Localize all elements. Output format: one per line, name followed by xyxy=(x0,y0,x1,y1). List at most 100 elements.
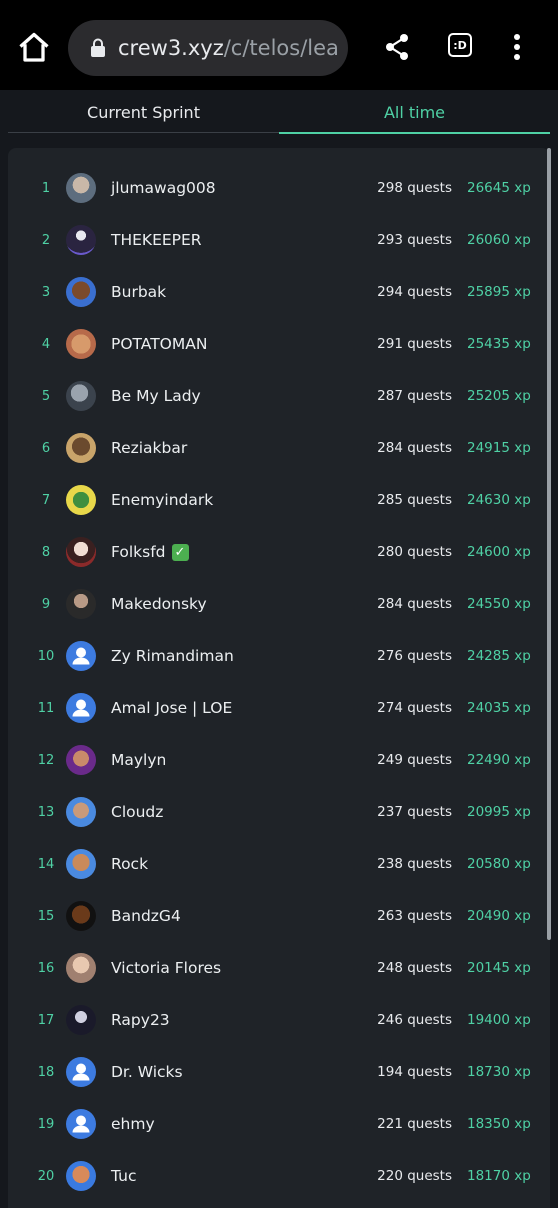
quest-count: 298 quests xyxy=(377,180,452,196)
cat-avatar[interactable] xyxy=(66,381,96,411)
quest-count: 248 quests xyxy=(377,960,452,976)
username-text: Maylyn xyxy=(111,751,167,769)
leaderboard-row[interactable]: 8 Folksfd ✓ 280 quests 24600 xp xyxy=(8,526,550,578)
anime-avatar[interactable] xyxy=(66,537,96,567)
rank-number: 18 xyxy=(37,1064,55,1080)
rank-number: 9 xyxy=(41,596,51,612)
tab-current-sprint[interactable]: Current Sprint xyxy=(8,92,279,132)
quest-count: 284 quests xyxy=(377,440,452,456)
username-text: Be My Lady xyxy=(111,387,201,405)
cartoon-avatar[interactable] xyxy=(66,277,96,307)
username[interactable]: ehmy xyxy=(111,1098,155,1150)
username[interactable]: Rapy23 xyxy=(111,994,170,1046)
username[interactable]: Makedonsky xyxy=(111,578,207,630)
lock-icon xyxy=(91,38,105,57)
leaderboard-row[interactable]: 12 Maylyn 249 quests 22490 xp xyxy=(8,734,550,786)
xp-value: 18730 xp xyxy=(467,1064,531,1080)
leaderboard-row[interactable]: 6 Reziakbar 284 quests 24915 xp xyxy=(8,422,550,474)
photo-avatar[interactable] xyxy=(66,589,96,619)
leaderboard-row[interactable]: 11 Amal Jose | LOE 274 quests 24035 xp xyxy=(8,682,550,734)
username[interactable]: BandzG4 xyxy=(111,890,181,942)
username[interactable]: Amal Jose | LOE xyxy=(111,682,232,734)
leaderboard-row[interactable]: 1 jlumawag008 298 quests 26645 xp xyxy=(8,162,550,214)
leaderboard-row[interactable]: 20 Tuc 220 quests 18170 xp xyxy=(8,1150,550,1202)
photo-avatar[interactable] xyxy=(66,433,96,463)
xp-value: 24285 xp xyxy=(467,648,531,664)
username[interactable]: Be My Lady xyxy=(111,370,201,422)
username[interactable]: Enemyindark xyxy=(111,474,213,526)
leaderboard-row[interactable]: 15 BandzG4 263 quests 20490 xp xyxy=(8,890,550,942)
leaderboard-row[interactable]: 17 Rapy23 246 quests 19400 xp xyxy=(8,994,550,1046)
username[interactable]: Zy Rimandiman xyxy=(111,630,234,682)
username[interactable]: jlumawag008 xyxy=(111,162,216,214)
leaderboard-row[interactable]: 16 Victoria Flores 248 quests 20145 xp xyxy=(8,942,550,994)
username[interactable]: Dr. Wicks xyxy=(111,1046,183,1098)
hooded-figure-avatar[interactable] xyxy=(66,225,96,255)
username[interactable]: POTATOMAN xyxy=(111,318,207,370)
default-user-avatar[interactable] xyxy=(66,693,96,723)
leaderboard-row[interactable]: 3 Burbak 294 quests 25895 xp xyxy=(8,266,550,318)
leaderboard-row[interactable]: 4 POTATOMAN 291 quests 25435 xp xyxy=(8,318,550,370)
leaderboard-row[interactable]: 5 Be My Lady 287 quests 25205 xp xyxy=(8,370,550,422)
address-bar[interactable]: crew3.xyz/c/telos/lea xyxy=(68,20,348,76)
xp-value: 24630 xp xyxy=(467,492,531,508)
leaderboard-row[interactable]: 2 THEKEEPER 293 quests 26060 xp xyxy=(8,214,550,266)
anime-avatar[interactable] xyxy=(66,1005,96,1035)
username-text: jlumawag008 xyxy=(111,179,216,197)
photo-avatar[interactable] xyxy=(66,173,96,203)
username-text: POTATOMAN xyxy=(111,335,208,353)
username-text: Tuc xyxy=(111,1167,137,1185)
photo-avatar[interactable] xyxy=(66,953,96,983)
quest-count: 221 quests xyxy=(377,1116,452,1132)
rank-number: 2 xyxy=(41,232,51,248)
rank-number: 5 xyxy=(41,388,51,404)
leaderboard-row[interactable]: 7 Enemyindark 285 quests 24630 xp xyxy=(8,474,550,526)
xp-value: 19400 xp xyxy=(467,1012,531,1028)
rank-number: 13 xyxy=(37,804,55,820)
user-silhouette-icon xyxy=(72,1063,90,1081)
xp-value: 22490 xp xyxy=(467,752,531,768)
leaderboard-row[interactable]: 9 Makedonsky 284 quests 24550 xp xyxy=(8,578,550,630)
default-user-avatar[interactable] xyxy=(66,641,96,671)
username[interactable]: Burbak xyxy=(111,266,166,318)
home-icon[interactable] xyxy=(16,30,52,66)
username-text: BandzG4 xyxy=(111,907,181,925)
quest-count: 238 quests xyxy=(377,856,452,872)
cartoon-avatar[interactable] xyxy=(66,797,96,827)
url-text: crew3.xyz/c/telos/lea xyxy=(118,36,339,60)
username[interactable]: Folksfd ✓ xyxy=(111,526,189,578)
quest-count: 291 quests xyxy=(377,336,452,352)
username[interactable]: Reziakbar xyxy=(111,422,187,474)
username[interactable]: Cloudz xyxy=(111,786,163,838)
username[interactable]: Tuc xyxy=(111,1150,136,1202)
tab-switcher-button[interactable]: :D xyxy=(448,33,472,57)
rank-number: 14 xyxy=(37,856,55,872)
frog-avatar[interactable] xyxy=(66,485,96,515)
share-icon[interactable] xyxy=(383,32,411,62)
rank-number: 16 xyxy=(37,960,55,976)
quest-count: 194 quests xyxy=(377,1064,452,1080)
default-user-avatar[interactable] xyxy=(66,1109,96,1139)
username-text: Amal Jose | LOE xyxy=(111,699,233,717)
quest-count: 287 quests xyxy=(377,388,452,404)
cartoon-avatar[interactable] xyxy=(66,849,96,879)
cartoon-avatar[interactable] xyxy=(66,1161,96,1191)
username[interactable]: THEKEEPER xyxy=(111,214,202,266)
username[interactable]: Maylyn xyxy=(111,734,166,786)
leaderboard-row[interactable]: 18 Dr. Wicks 194 quests 18730 xp xyxy=(8,1046,550,1098)
tab-all-time[interactable]: All time xyxy=(279,92,550,134)
xp-value: 20145 xp xyxy=(467,960,531,976)
cartoon-avatar[interactable] xyxy=(66,901,96,931)
leaderboard-row[interactable]: 14 Rock 238 quests 20580 xp xyxy=(8,838,550,890)
leaderboard-row[interactable]: 13 Cloudz 237 quests 20995 xp xyxy=(8,786,550,838)
potato-avatar[interactable] xyxy=(66,329,96,359)
username[interactable]: Rock xyxy=(111,838,148,890)
username[interactable]: Victoria Flores xyxy=(111,942,221,994)
username-text: Reziakbar xyxy=(111,439,188,457)
rank-number: 20 xyxy=(37,1168,55,1184)
leaderboard-row[interactable]: 19 ehmy 221 quests 18350 xp xyxy=(8,1098,550,1150)
cartoon-avatar[interactable] xyxy=(66,745,96,775)
more-vert-icon[interactable] xyxy=(512,33,522,61)
default-user-avatar[interactable] xyxy=(66,1057,96,1087)
leaderboard-row[interactable]: 10 Zy Rimandiman 276 quests 24285 xp xyxy=(8,630,550,682)
